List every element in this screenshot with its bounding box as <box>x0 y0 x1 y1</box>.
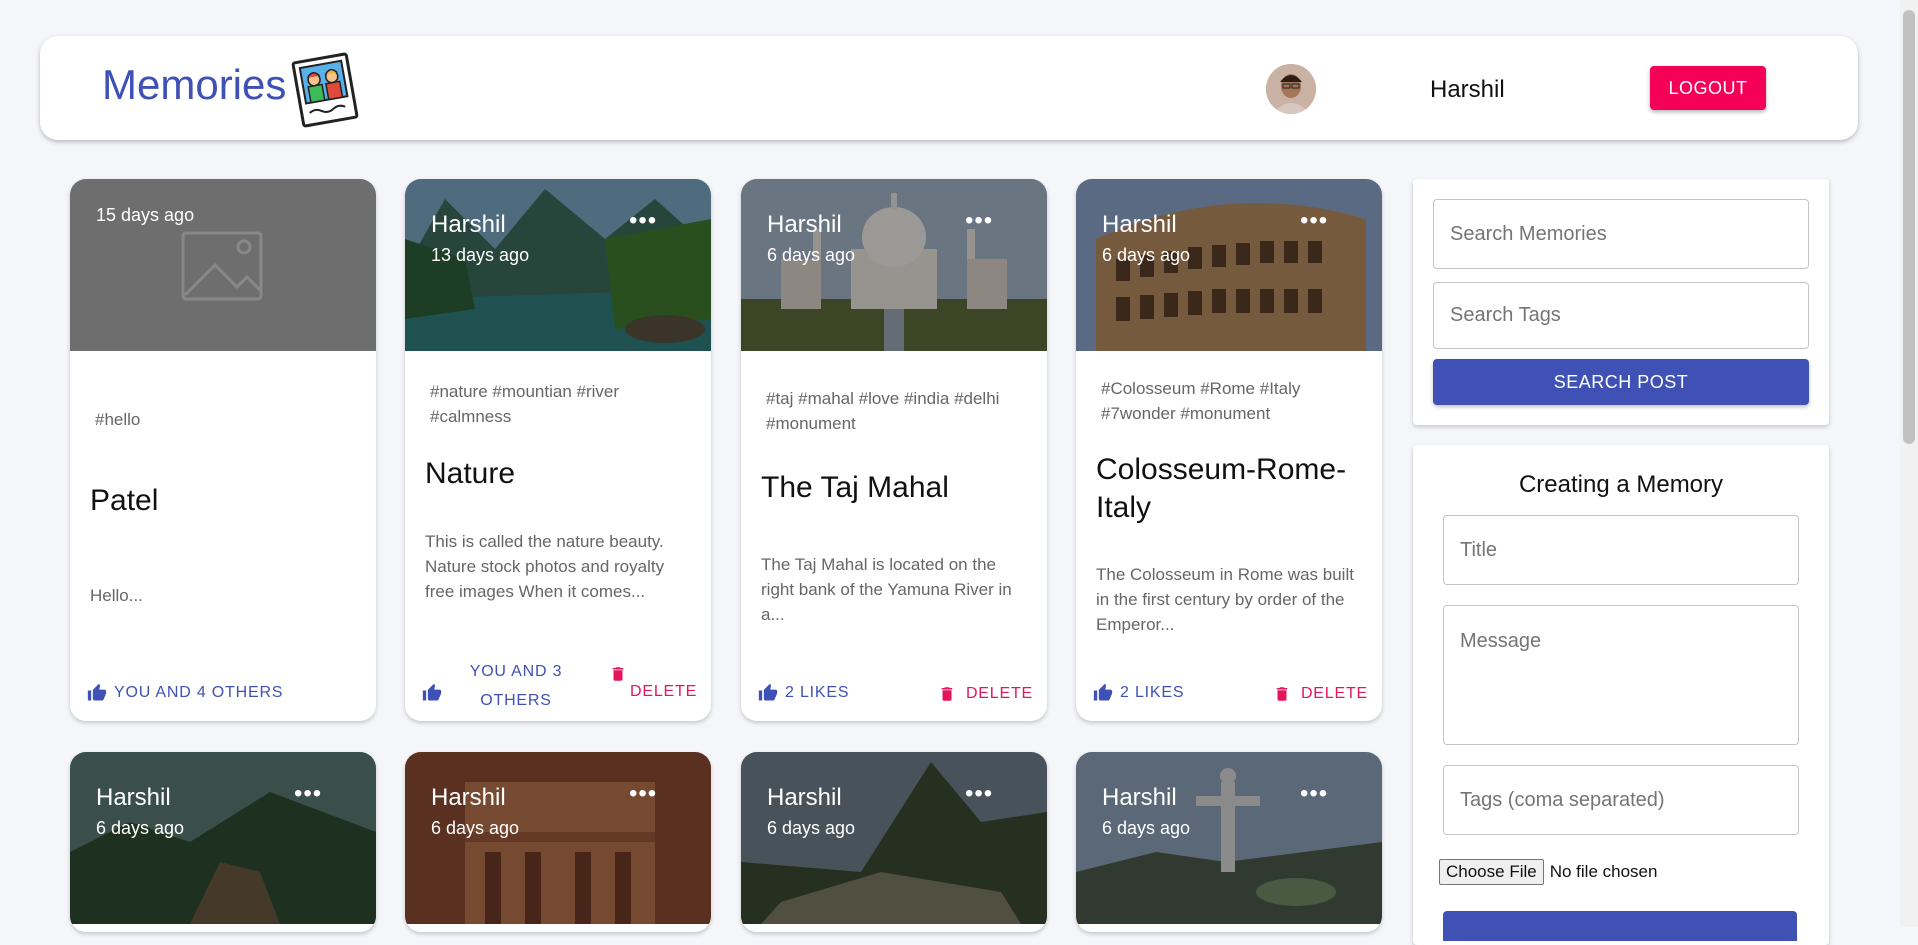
thumb-up-icon <box>758 683 778 701</box>
delete-label: DELETE <box>965 685 1033 702</box>
post-card: Harshil 6 days ago ••• <box>741 752 1047 932</box>
post-tags: #Colosseum #Rome #Italy #7wonder #monume… <box>1101 379 1301 423</box>
post-creator: Harshil <box>431 211 506 238</box>
more-horiz-icon[interactable]: ••• <box>965 780 993 808</box>
post-image: Harshil 6 days ago ••• <box>1076 752 1382 924</box>
delete-icon <box>941 687 953 701</box>
post-image: Harshil 6 days ago ••• <box>741 752 1047 924</box>
search-memories-input[interactable] <box>1433 199 1809 269</box>
search-panel: SEARCH POST <box>1413 179 1829 425</box>
app-bar: Memories Harshil LOGOUT <box>40 36 1858 140</box>
like-count: 2 LIKES <box>1120 684 1185 701</box>
post-creator: Harshil <box>96 784 171 811</box>
post-card: Harshil 6 days ago ••• <box>405 752 711 932</box>
post-title: Colosseum-Rome-Italy <box>1096 453 1347 524</box>
thumb-up-icon <box>1093 683 1113 701</box>
post-time: 6 days ago <box>96 818 185 838</box>
post-tags: #nature #mountian #river #calmness <box>430 382 620 426</box>
like-button[interactable]: 2 LIKES <box>757 683 849 703</box>
post-card: Harshil 13 days ago ••• #nature #mountia… <box>405 179 711 721</box>
post-card: Harshil 6 days ago ••• <box>1076 752 1382 932</box>
post-message: The Colosseum in Rome was built in the f… <box>1096 565 1354 634</box>
post-title: Patel <box>90 484 159 517</box>
post-image: Harshil 6 days ago ••• <box>70 752 376 924</box>
post-card: Harshil 6 days ago ••• #Colosseum #Rome … <box>1076 179 1382 721</box>
title-field[interactable] <box>1443 515 1799 585</box>
delete-icon <box>1276 687 1288 701</box>
delete-label: DELETE <box>1300 685 1368 702</box>
like-button[interactable]: YOU AND 4 OTHERS <box>86 683 283 703</box>
post-image: 15 days ago <box>70 179 376 351</box>
tags-field[interactable] <box>1443 765 1799 835</box>
like-count: 2 LIKES <box>785 684 850 701</box>
post-image: Harshil 6 days ago ••• <box>1076 179 1382 351</box>
post-creator: Harshil <box>431 784 506 811</box>
more-horiz-icon[interactable]: ••• <box>965 207 993 235</box>
search-post-button[interactable]: SEARCH POST <box>1433 359 1809 405</box>
post-creator: Harshil <box>1102 211 1177 238</box>
file-status: No file chosen <box>1549 862 1658 881</box>
post-time: 6 days ago <box>431 818 520 838</box>
card-actions: 2 LIKES DELETE <box>741 675 1047 715</box>
post-time: 13 days ago <box>431 245 530 265</box>
post-title: The Taj Mahal <box>761 471 949 504</box>
post-creator: Harshil <box>767 784 842 811</box>
like-count: YOU AND 4 OTHERS <box>114 684 284 701</box>
logout-button[interactable]: LOGOUT <box>1650 66 1766 110</box>
post-image: Harshil 13 days ago ••• <box>405 179 711 351</box>
post-time: 6 days ago <box>767 818 856 838</box>
choose-file-button[interactable]: Choose File <box>1439 859 1544 885</box>
more-horiz-icon[interactable]: ••• <box>1300 207 1328 235</box>
more-horiz-icon[interactable]: ••• <box>629 207 657 235</box>
post-image: Harshil 6 days ago ••• <box>405 752 711 924</box>
more-horiz-icon[interactable]: ••• <box>629 780 657 808</box>
post-card: Harshil 6 days ago ••• <box>70 752 376 932</box>
create-memory-form: Creating a Memory Choose File No file ch… <box>1413 445 1829 945</box>
post-tags: #taj #mahal #love #india #delhi #monumen… <box>766 389 1000 433</box>
memories-logo-icon <box>288 52 362 128</box>
delete-button[interactable]: DELETE <box>630 683 697 701</box>
post-time: 6 days ago <box>767 245 856 265</box>
card-actions: YOU AND 4 OTHERS <box>70 675 376 715</box>
submit-button[interactable] <box>1443 911 1797 941</box>
post-title: Nature <box>425 457 516 490</box>
post-time: 6 days ago <box>1102 245 1191 265</box>
file-input: Choose File No file chosen <box>1439 859 1657 885</box>
scrollbar-thumb[interactable] <box>1903 10 1915 444</box>
post-message: Hello... <box>90 586 143 605</box>
card-actions: 2 LIKES DELETE <box>1076 675 1382 715</box>
brand-title[interactable]: Memories <box>102 64 286 106</box>
avatar[interactable] <box>1266 64 1316 114</box>
username: Harshil <box>1430 76 1505 103</box>
post-time: 15 days ago <box>96 205 195 225</box>
like-button[interactable]: YOU AND 3 OTHERS <box>465 657 567 715</box>
post-card: Harshil 6 days ago ••• #taj #mahal #love… <box>741 179 1047 721</box>
post-message: The Taj Mahal is located on the right ba… <box>761 555 1012 624</box>
post-creator: Harshil <box>1102 784 1177 811</box>
search-tags-input[interactable] <box>1433 282 1809 349</box>
more-horiz-icon[interactable]: ••• <box>294 780 322 808</box>
post-time: 6 days ago <box>1102 818 1191 838</box>
delete-button[interactable]: DELETE <box>1273 683 1368 705</box>
post-message: This is called the nature beauty. Nature… <box>425 532 665 601</box>
delete-button[interactable]: DELETE <box>938 683 1033 705</box>
form-heading: Creating a Memory <box>1518 471 1724 498</box>
like-count-suffix: OTHERS <box>480 692 552 709</box>
card-actions: YOU AND 3 OTHERS DELETE <box>405 663 711 715</box>
delete-icon[interactable] <box>609 663 627 685</box>
thumb-up-icon[interactable] <box>421 683 443 703</box>
post-creator: Harshil <box>767 211 842 238</box>
post-image: Harshil 6 days ago ••• <box>741 179 1047 351</box>
more-horiz-icon[interactable]: ••• <box>1300 780 1328 808</box>
like-count: YOU AND 3 <box>469 663 563 680</box>
thumb-up-icon <box>87 683 107 701</box>
post-card: 15 days ago #hello Patel Hello... YOU AN… <box>70 179 376 721</box>
message-field[interactable] <box>1443 605 1799 745</box>
post-tags: #hello <box>95 410 141 429</box>
like-button[interactable]: 2 LIKES <box>1092 683 1184 703</box>
